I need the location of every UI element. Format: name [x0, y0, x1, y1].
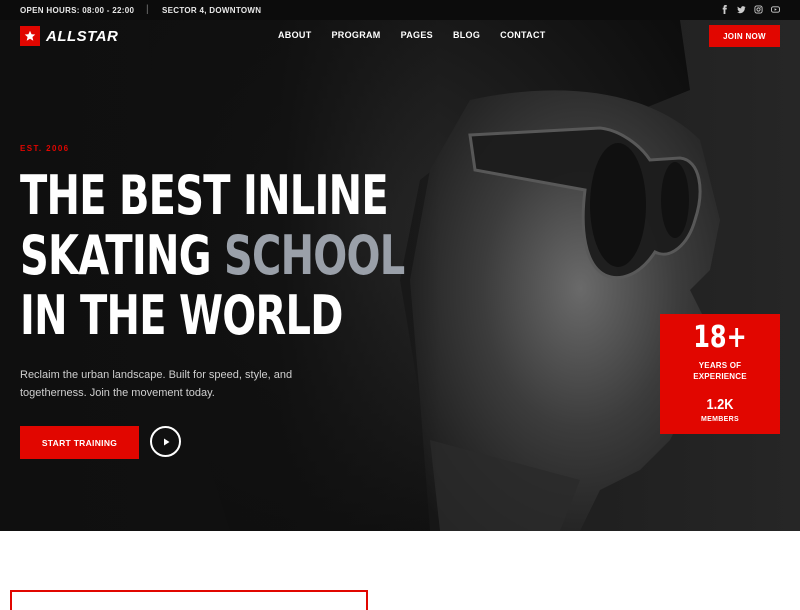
- facebook-icon[interactable]: [720, 5, 729, 14]
- nav-item-blog[interactable]: BLOG: [453, 30, 480, 40]
- hero-headline: THE BEST INLINE SKATING SCHOOL IN THE WO…: [20, 164, 405, 347]
- start-training-button[interactable]: START TRAINING: [20, 426, 139, 459]
- youtube-icon[interactable]: [771, 5, 780, 14]
- top-info-bar: OPEN HOURS: 08:00 - 22:00 | SECTOR 4, DO…: [0, 0, 800, 20]
- headline-line-2-white: SKATING: [20, 224, 224, 287]
- brand-name: ALLSTAR: [46, 27, 119, 45]
- main-navbar: ALLSTAR ABOUT PROGRAM PAGES BLOG CONTACT…: [0, 20, 800, 52]
- nav-menu: ABOUT PROGRAM PAGES BLOG CONTACT: [278, 30, 546, 40]
- headline-line-3: IN THE WORLD: [20, 284, 343, 347]
- next-section-card-outline: [10, 590, 368, 610]
- nav-item-pages[interactable]: PAGES: [401, 30, 433, 40]
- years-label-line-2: EXPERIENCE: [693, 372, 747, 381]
- instagram-icon[interactable]: [754, 5, 763, 14]
- address: SECTOR 4, DOWNTOWN: [162, 6, 262, 15]
- headline-line-2: SKATING SCHOOL: [20, 224, 405, 287]
- headline-line-2-grey: SCHOOL: [223, 224, 405, 287]
- stats-card: 18+ YEARS OF EXPERIENCE 1.2K MEMBERS: [660, 314, 780, 434]
- opening-hours: OPEN HOURS: 08:00 - 22:00: [20, 6, 135, 15]
- nav-item-contact[interactable]: CONTACT: [500, 30, 545, 40]
- years-value: 18+: [693, 320, 747, 355]
- social-links: [720, 5, 780, 14]
- topbar-separator: |: [146, 4, 149, 15]
- headline-line-1: THE BEST INLINE: [20, 164, 389, 227]
- years-label: YEARS OF EXPERIENCE: [660, 360, 780, 382]
- play-video-button[interactable]: [150, 426, 181, 457]
- members-value: 1.2K: [706, 396, 734, 413]
- star-icon: [20, 26, 40, 46]
- hero-eyebrow: EST. 2006: [20, 144, 70, 153]
- hero-description: Reclaim the urban landscape. Built for s…: [20, 369, 293, 399]
- play-icon: [163, 438, 169, 445]
- join-now-button[interactable]: JOIN NOW: [709, 25, 780, 47]
- members-label: MEMBERS: [701, 416, 739, 423]
- twitter-icon[interactable]: [737, 5, 746, 14]
- brand-logo[interactable]: ALLSTAR: [20, 26, 118, 46]
- nav-item-about[interactable]: ABOUT: [278, 30, 312, 40]
- years-label-line-1: YEARS OF: [698, 361, 742, 370]
- nav-item-program[interactable]: PROGRAM: [332, 30, 381, 40]
